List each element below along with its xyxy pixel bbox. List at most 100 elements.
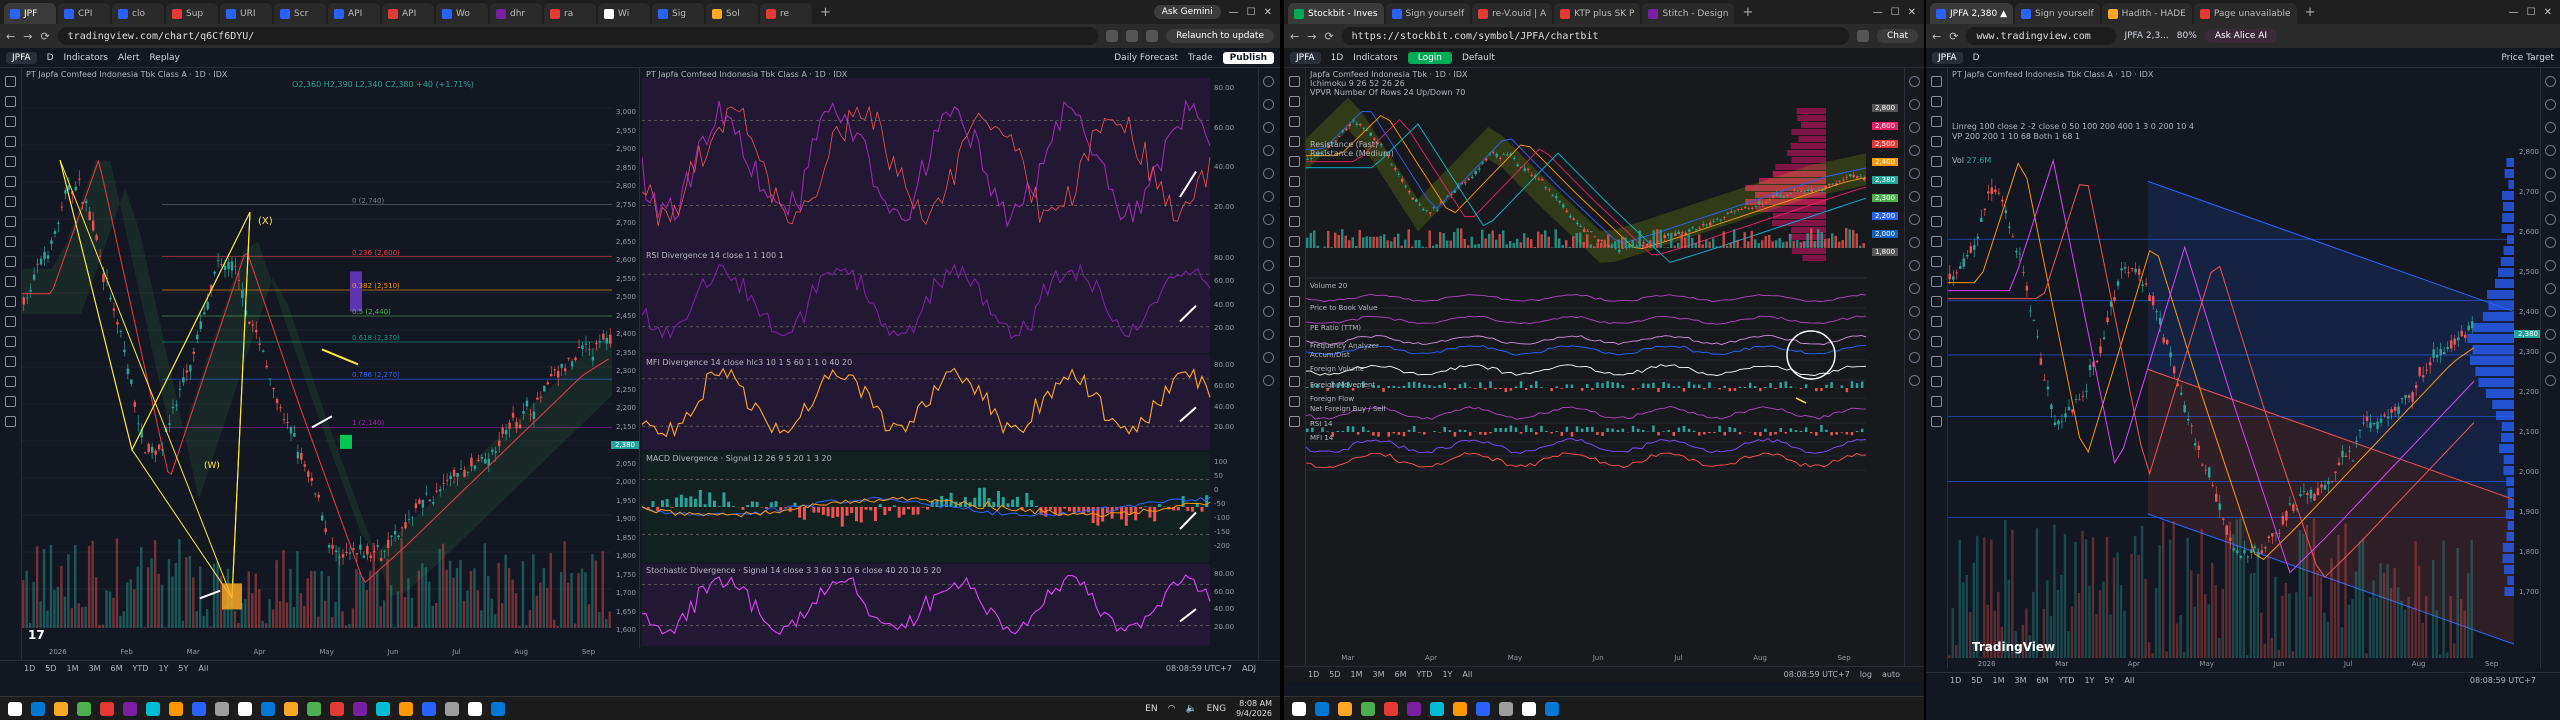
maximize-icon[interactable]: ☐	[1247, 7, 1256, 18]
sidebar-widget-icon[interactable]	[1263, 145, 1274, 156]
browser-tab[interactable]: Stockbit - Inves	[1288, 3, 1384, 24]
reload-icon[interactable]: ⟳	[1949, 30, 1958, 43]
range-button[interactable]: All	[1462, 670, 1472, 679]
range-button[interactable]: 1Y	[2084, 676, 2094, 685]
range-button[interactable]: 1Y	[1442, 670, 1452, 679]
replay-button[interactable]: Replay	[149, 53, 179, 63]
drawing-tool-icon[interactable]	[5, 256, 16, 267]
drawing-tool-icon[interactable]	[1289, 96, 1300, 107]
drawing-tool-icon[interactable]	[5, 216, 16, 227]
sidebar-widget-icon[interactable]	[2545, 329, 2556, 340]
interval-button[interactable]: D	[47, 53, 54, 63]
drawing-tool-icon[interactable]	[1289, 296, 1300, 307]
taskbar-app-icon[interactable]	[238, 701, 252, 716]
new-tab-button[interactable]: +	[814, 5, 837, 20]
drawing-tool-icon[interactable]	[1931, 236, 1942, 247]
login-button[interactable]: Login	[1407, 51, 1452, 64]
sidebar-widget-icon[interactable]	[1263, 352, 1274, 363]
sidebar-widget-icon[interactable]	[2545, 306, 2556, 317]
drawing-tool-icon[interactable]	[1931, 76, 1942, 87]
browser-tab[interactable]: re-V.ouid | A	[1472, 3, 1553, 24]
taskbar-app-icon[interactable]	[1292, 701, 1306, 716]
minimize-icon[interactable]: —	[1229, 7, 1239, 18]
sidebar-widget-icon[interactable]	[2545, 283, 2556, 294]
range-button[interactable]: 1D	[1950, 676, 1961, 685]
drawing-tool-icon[interactable]	[5, 396, 16, 407]
drawing-tool-icon[interactable]	[5, 116, 16, 127]
browser-tab[interactable]: Sign yourself	[2015, 3, 2100, 24]
sidebar-widget-icon[interactable]	[1263, 99, 1274, 110]
sidebar-widget-icon[interactable]	[1263, 191, 1274, 202]
sidebar-widget-icon[interactable]	[1909, 122, 1920, 133]
alert-button[interactable]: Alert	[118, 53, 139, 63]
minimize-icon[interactable]: —	[1873, 7, 1883, 18]
drawing-tool-icon[interactable]	[1931, 336, 1942, 347]
taskbar-app-icon[interactable]	[1522, 701, 1536, 716]
taskbar-app-icon[interactable]	[1338, 701, 1352, 716]
browser-tab[interactable]: Wo	[436, 3, 488, 24]
close-icon[interactable]: ✕	[1264, 7, 1272, 18]
sidebar-widget-icon[interactable]	[2545, 168, 2556, 179]
taskbar-app-icon[interactable]	[376, 701, 390, 716]
range-button[interactable]: 6M	[1395, 670, 1407, 679]
taskbar-app-icon[interactable]	[8, 701, 22, 716]
sidebar-widget-icon[interactable]	[2545, 191, 2556, 202]
drawing-tool-icon[interactable]	[1931, 196, 1942, 207]
range-button[interactable]: 5D	[1329, 670, 1340, 679]
taskbar-app-icon[interactable]	[330, 701, 344, 716]
browser-tab[interactable]: Wi	[598, 3, 650, 24]
relaunch-button[interactable]: Relaunch to update	[1166, 29, 1274, 43]
taskbar-app-icon[interactable]	[307, 701, 321, 716]
browser-tab[interactable]: API	[382, 3, 434, 24]
taskbar-app-icon[interactable]	[54, 701, 68, 716]
range-button[interactable]: YTD	[1417, 670, 1433, 679]
price-axis[interactable]: 2,800 2,700 2,600 2,500 2,400 2,300 2,200 2,100…	[2514, 68, 2542, 660]
drawing-tool-icon[interactable]	[1931, 96, 1942, 107]
drawing-tool-icon[interactable]	[1289, 196, 1300, 207]
sidebar-widget-icon[interactable]	[2545, 260, 2556, 271]
drawing-tool-icon[interactable]	[1931, 136, 1942, 147]
browser-tab[interactable]: URI	[220, 3, 272, 24]
taskbar-app-icon[interactable]	[445, 701, 459, 716]
taskbar-app-icon[interactable]	[1476, 701, 1490, 716]
drawing-tool-icon[interactable]	[5, 376, 16, 387]
sidebar-widget-icon[interactable]	[2545, 76, 2556, 87]
drawing-tool-icon[interactable]	[1289, 76, 1300, 87]
sidebar-widget-icon[interactable]	[1263, 260, 1274, 271]
ask-alice-button[interactable]: Ask Alice AI	[2204, 29, 2278, 43]
sidebar-widget-icon[interactable]	[1909, 237, 1920, 248]
range-button[interactable]: 5Y	[178, 664, 188, 673]
drawing-tool-icon[interactable]	[1931, 256, 1942, 267]
drawing-tool-icon[interactable]	[1931, 156, 1942, 167]
drawing-tool-icon[interactable]	[5, 356, 16, 367]
drawing-tool-icon[interactable]	[5, 316, 16, 327]
drawing-tool-icon[interactable]	[1931, 316, 1942, 327]
auto-toggle[interactable]: auto	[1882, 670, 1900, 679]
drawing-tool-icon[interactable]	[1289, 336, 1300, 347]
linreg-chart-pane[interactable]: PT Japfa Comfeed Indonesia Tbk Class A ·…	[1948, 68, 2542, 660]
browser-tab[interactable]: Sol	[706, 3, 758, 24]
range-button[interactable]: YTD	[2059, 676, 2075, 685]
drawing-tool-icon[interactable]	[5, 196, 16, 207]
reload-icon[interactable]: ⟳	[40, 30, 49, 43]
volume-icon[interactable]: 🔈	[1185, 704, 1196, 714]
drawing-tool-icon[interactable]	[1289, 136, 1300, 147]
range-button[interactable]: 1D	[1308, 670, 1319, 679]
url-field[interactable]: tradingview.com/chart/q6Cf6DYU/	[57, 27, 1099, 45]
browser-tab[interactable]: ra	[544, 3, 596, 24]
sidebar-widget-icon[interactable]	[1263, 122, 1274, 133]
drawing-tool-icon[interactable]	[1289, 376, 1300, 387]
browser-tab[interactable]: re	[760, 3, 812, 24]
drawing-tool-icon[interactable]	[5, 96, 16, 107]
taskbar-app-icon[interactable]	[468, 701, 482, 716]
taskbar-app-icon[interactable]	[31, 701, 45, 716]
taskbar-app-icon[interactable]	[146, 701, 160, 716]
maximize-icon[interactable]: ☐	[2527, 7, 2536, 18]
drawing-tool-icon[interactable]	[1289, 236, 1300, 247]
drawing-tool-icon[interactable]	[1931, 116, 1942, 127]
sidebar-widget-icon[interactable]	[1263, 168, 1274, 179]
range-button[interactable]: 1M	[1993, 676, 2005, 685]
browser-tab[interactable]: KTP plus SK P	[1554, 3, 1641, 24]
back-icon[interactable]: ←	[6, 30, 15, 43]
forward-icon[interactable]: →	[1307, 30, 1316, 43]
